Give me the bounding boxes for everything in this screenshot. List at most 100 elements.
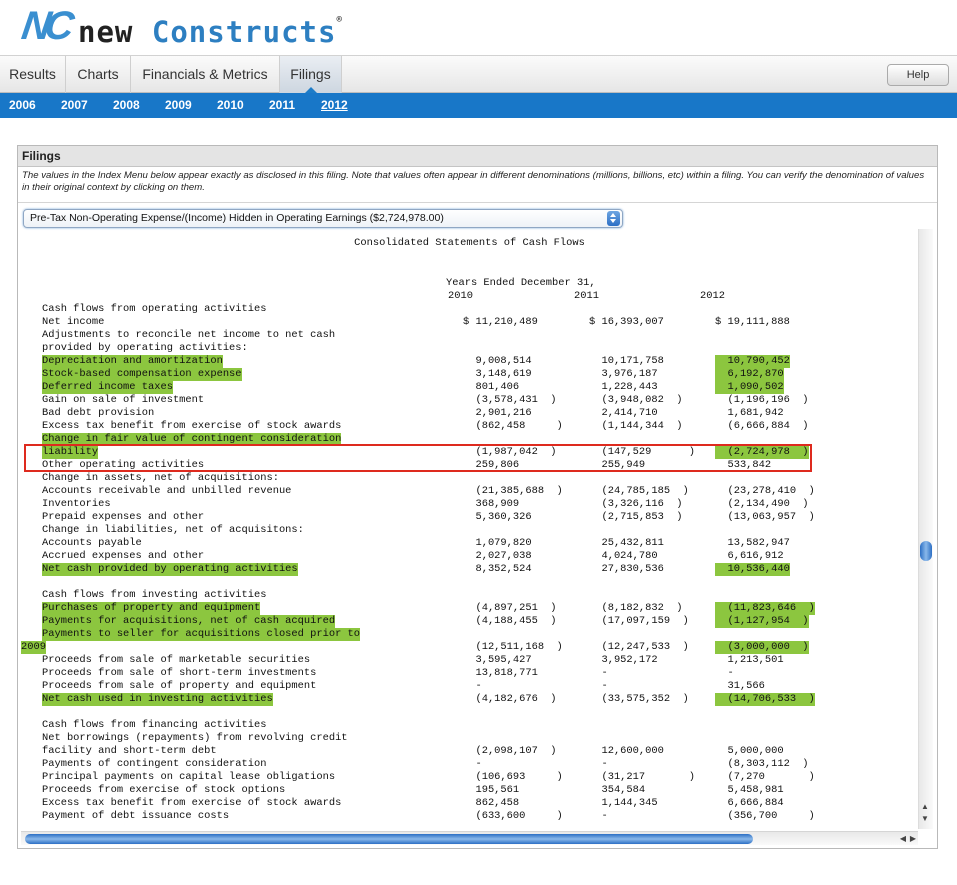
- row-value-2012[interactable]: (14,706,533 ): [715, 693, 815, 706]
- row-value-2012: (23,278,410 ): [715, 485, 815, 497]
- panel-title: Filings: [18, 146, 937, 167]
- row-value-2012: (7,270 ): [715, 771, 815, 783]
- row-value-2010: (862,458 ): [463, 420, 563, 432]
- row-value-2012: $ 19,111,888: [715, 316, 790, 328]
- row-value-2010: (3,578,431 ): [463, 394, 557, 406]
- row-value-2012: -: [715, 667, 734, 679]
- row-label: Cash flows from investing activities: [42, 589, 267, 601]
- scroll-up-icon[interactable]: ▲: [921, 802, 929, 811]
- row-label: Cash flows from financing activities: [42, 719, 267, 731]
- row-label: Proceeds from sale of short-term investm…: [42, 667, 317, 679]
- row-label[interactable]: Stock-based compensation expense: [42, 368, 242, 381]
- row-value-2011: -: [589, 680, 608, 692]
- row-label: Principal payments on capital lease obli…: [42, 771, 336, 783]
- scroll-down-icon[interactable]: ▼: [921, 814, 929, 823]
- row-label: Adjustments to reconcile net income to n…: [42, 329, 336, 341]
- row-value-2010: 3,595,427: [463, 654, 532, 666]
- row-value-2012[interactable]: (11,823,646 ): [715, 602, 815, 615]
- tab-filings[interactable]: Filings: [280, 56, 342, 94]
- divider: [18, 202, 937, 203]
- highlight-annotation-box: [24, 444, 812, 472]
- row-value-2010: (4,182,676 ): [463, 693, 557, 705]
- row-label: Accounts receivable and unbilled revenue: [42, 485, 292, 497]
- row-label[interactable]: Deferred income taxes: [42, 381, 173, 394]
- row-label: Payment of debt issuance costs: [42, 810, 230, 822]
- year-link-2011[interactable]: 2011: [269, 93, 295, 118]
- row-label[interactable]: Payments for acquisitions, net of cash a…: [42, 615, 336, 628]
- year-link-2007[interactable]: 2007: [61, 93, 88, 118]
- row-value-2012[interactable]: (3,000,000 ): [715, 641, 809, 654]
- year-link-2009[interactable]: 2009: [165, 93, 192, 118]
- tab-financials-metrics[interactable]: Financials & Metrics: [131, 56, 280, 93]
- row-label[interactable]: Net cash provided by operating activitie…: [42, 563, 298, 576]
- filings-panel: Filings The values in the Index Menu bel…: [17, 145, 938, 849]
- row-label: facility and short-term debt: [42, 745, 217, 757]
- row-value-2012: 5,458,981: [715, 784, 784, 796]
- row-label: provided by operating activities:: [42, 342, 248, 354]
- row-label[interactable]: Net cash used in investing activities: [42, 693, 273, 706]
- nc-logo-icon: NC: [18, 4, 71, 48]
- new-constructs-logo[interactable]: NC new Constructs®: [18, 4, 343, 52]
- row-value-2011: -: [589, 667, 608, 679]
- row-value-2012[interactable]: 6,192,870: [715, 368, 784, 381]
- row-value-2012[interactable]: 1,090,502: [715, 381, 784, 394]
- row-value-2010: (633,600 ): [463, 810, 563, 822]
- row-value-2012: (13,063,957 ): [715, 511, 815, 523]
- row-label[interactable]: Payments to seller for acquisitions clos…: [42, 628, 361, 641]
- row-label: Net income: [42, 316, 105, 328]
- row-value-2011: (12,247,533 ): [589, 641, 689, 653]
- vertical-scrollbar[interactable]: ▲ ▼: [918, 229, 933, 829]
- scroll-right-icon[interactable]: ▶: [910, 832, 916, 846]
- row-value-2010: -: [463, 680, 482, 692]
- row-label: Change in liabilities, net of acquisiton…: [42, 524, 304, 536]
- vertical-scroll-thumb[interactable]: [920, 541, 932, 561]
- horizontal-scrollbar[interactable]: ◀ ▶: [21, 831, 918, 845]
- row-value-2012: (2,134,490 ): [715, 498, 809, 510]
- row-label: Gain on sale of investment: [42, 394, 205, 406]
- row-label[interactable]: Purchases of property and equipment: [42, 602, 261, 615]
- row-value-2012: 1,213,501: [715, 654, 784, 666]
- index-menu-selected-value: Pre-Tax Non-Operating Expense/(Income) H…: [30, 212, 444, 224]
- row-value-2011: 1,144,345: [589, 797, 658, 809]
- row-value-2011: (3,948,082 ): [589, 394, 683, 406]
- panel-description: The values in the Index Menu below appea…: [22, 170, 925, 193]
- row-value-2010: 13,818,771: [463, 667, 538, 679]
- year-link-2010[interactable]: 2010: [217, 93, 244, 118]
- row-value-2011: 25,432,811: [589, 537, 664, 549]
- tab-results[interactable]: Results: [0, 56, 66, 93]
- row-value-2010: 195,561: [463, 784, 520, 796]
- row-value-2012[interactable]: 10,536,440: [715, 563, 790, 576]
- row-value-2012: 5,000,000: [715, 745, 784, 757]
- year-link-2008[interactable]: 2008: [113, 93, 140, 118]
- tab-charts[interactable]: Charts: [66, 56, 131, 93]
- row-label: Excess tax benefit from exercise of stoc…: [42, 420, 342, 432]
- row-label: Proceeds from sale of property and equip…: [42, 680, 317, 692]
- year-link-2006[interactable]: 2006: [9, 93, 36, 118]
- select-arrows-icon: [607, 211, 620, 226]
- row-value-2011: (31,217 ): [589, 771, 696, 783]
- row-label[interactable]: 2009: [21, 641, 46, 654]
- row-label[interactable]: Depreciation and amortization: [42, 355, 223, 368]
- row-value-2012[interactable]: 10,790,452: [715, 355, 790, 368]
- row-value-2010: 9,008,514: [463, 355, 532, 367]
- row-value-2012: (1,196,196 ): [715, 394, 809, 406]
- row-value-2012: 6,616,912: [715, 550, 784, 562]
- row-label: Excess tax benefit from exercise of stoc…: [42, 797, 342, 809]
- row-value-2010: 2,901,216: [463, 407, 532, 419]
- help-button[interactable]: Help: [887, 64, 949, 86]
- index-menu-select[interactable]: Pre-Tax Non-Operating Expense/(Income) H…: [23, 209, 623, 228]
- row-value-2011: -: [589, 810, 608, 822]
- year-header-2010: 2010: [448, 290, 473, 302]
- row-value-2012[interactable]: (1,127,954 ): [715, 615, 809, 628]
- year-link-2012[interactable]: 2012: [321, 93, 348, 118]
- horizontal-scroll-thumb[interactable]: [25, 834, 753, 844]
- row-label: Bad debt provision: [42, 407, 155, 419]
- row-value-2010: 368,909: [463, 498, 520, 510]
- row-value-2011: -: [589, 758, 608, 770]
- row-label: Prepaid expenses and other: [42, 511, 205, 523]
- row-value-2010: (4,188,455 ): [463, 615, 557, 627]
- main-tab-bar: Results Charts Financials & Metrics Fili…: [0, 55, 957, 94]
- scroll-left-icon[interactable]: ◀: [900, 832, 906, 846]
- row-value-2010: 801,406: [463, 381, 520, 393]
- row-value-2010: 5,360,326: [463, 511, 532, 523]
